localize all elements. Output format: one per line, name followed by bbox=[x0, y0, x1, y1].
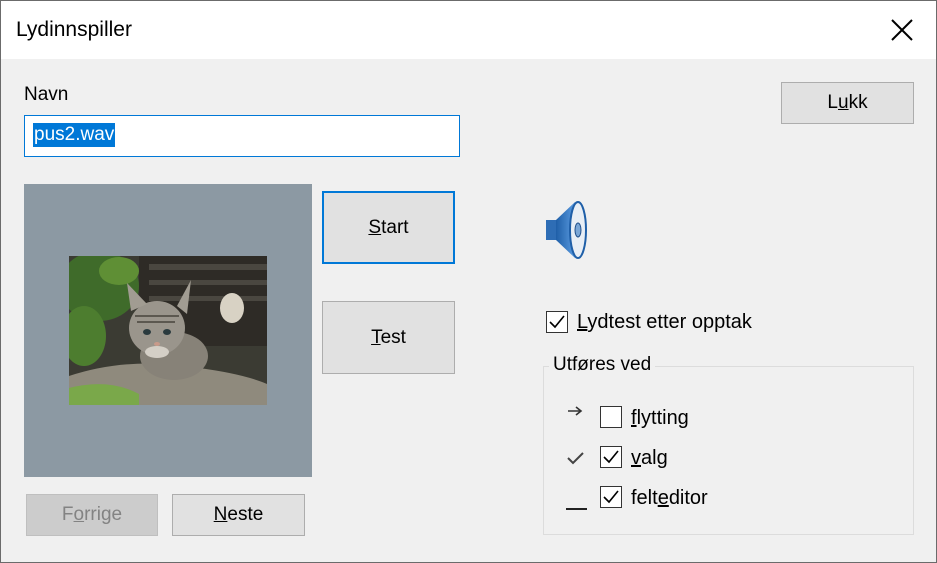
checkmark-icon bbox=[603, 450, 619, 464]
kitten-photo bbox=[69, 256, 267, 405]
dialog-window: Lydinnspiller Navn pus2.wav Lukk Start T… bbox=[0, 0, 937, 563]
selection-checkbox[interactable] bbox=[600, 446, 622, 468]
field-editor-label: felteditor bbox=[631, 487, 708, 509]
name-label: Navn bbox=[24, 84, 69, 105]
window-title: Lydinnspiller bbox=[16, 18, 132, 41]
underscore-icon bbox=[566, 508, 587, 510]
name-input-value: pus2.wav bbox=[33, 123, 116, 147]
speaker-icon[interactable] bbox=[545, 199, 591, 261]
close-button[interactable]: Lukk bbox=[781, 82, 914, 124]
start-button-label: Start bbox=[368, 216, 409, 238]
test-button-label: Test bbox=[371, 326, 406, 348]
checkmark-icon bbox=[567, 452, 584, 465]
group-title: Utføres ved bbox=[549, 354, 656, 376]
selection-label: valg bbox=[631, 447, 668, 469]
image-preview bbox=[24, 184, 312, 477]
start-button[interactable]: Start bbox=[322, 191, 455, 264]
moving-label: flytting bbox=[631, 407, 689, 429]
title-bar: Lydinnspiller bbox=[1, 1, 936, 59]
checkmark-icon bbox=[603, 490, 619, 504]
arrow-right-icon bbox=[568, 406, 583, 416]
sound-test-checkbox[interactable] bbox=[546, 311, 568, 333]
close-icon bbox=[891, 19, 913, 41]
field-editor-checkbox[interactable] bbox=[600, 486, 622, 508]
moving-checkbox[interactable] bbox=[600, 406, 622, 428]
test-button[interactable]: Test bbox=[322, 301, 455, 374]
window-close-button[interactable] bbox=[868, 1, 936, 59]
next-button-label: Neste bbox=[213, 504, 264, 525]
perform-on-group bbox=[543, 366, 914, 535]
name-input[interactable]: pus2.wav bbox=[24, 115, 460, 157]
previous-button-label: Forrige bbox=[61, 504, 123, 525]
close-button-label: Lukk bbox=[827, 92, 868, 113]
previous-button[interactable]: Forrige bbox=[26, 494, 158, 536]
next-button[interactable]: Neste bbox=[172, 494, 305, 536]
checkmark-icon bbox=[549, 315, 565, 329]
sound-test-label: Lydtest etter opptak bbox=[577, 311, 752, 333]
